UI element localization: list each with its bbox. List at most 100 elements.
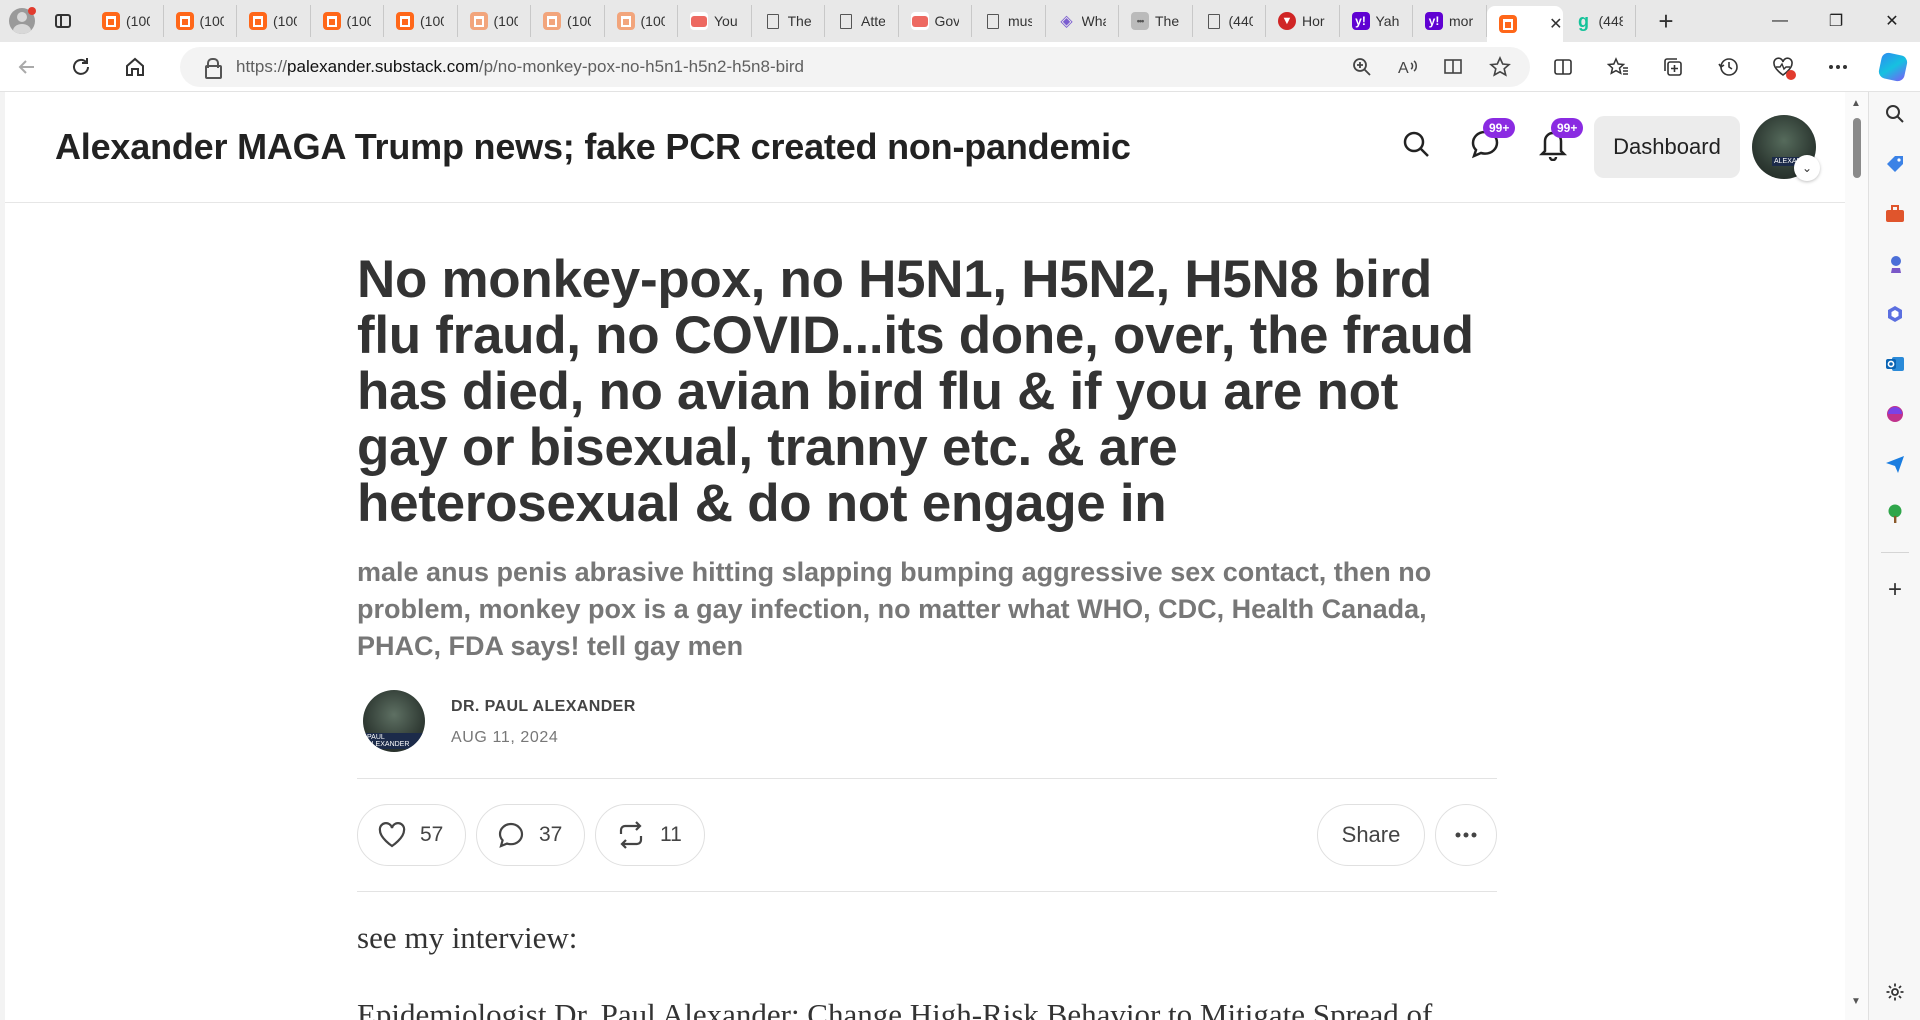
page-scrollbar[interactable]: ▲ ▼ <box>1845 92 1868 1020</box>
divider-bottom <box>357 891 1497 892</box>
scroll-down-arrow-icon[interactable]: ▼ <box>1851 996 1861 1007</box>
address-bar[interactable]: https://palexander.substack.com/p/no-mon… <box>180 47 1530 87</box>
settings-more-button[interactable] <box>1810 42 1865 92</box>
tab[interactable]: y! mor <box>1413 5 1487 37</box>
restore-button[interactable]: ❐ <box>1808 0 1864 42</box>
comment-icon <box>498 822 524 848</box>
sidebar-search-icon[interactable] <box>1883 102 1907 126</box>
tab[interactable]: ••• The <box>1119 5 1193 37</box>
tab[interactable]: (100 <box>311 5 384 37</box>
profile-notification-dot <box>28 7 36 15</box>
substack-icon <box>396 12 414 30</box>
games-chess-icon[interactable] <box>1883 252 1907 276</box>
share-button[interactable]: Share <box>1317 804 1425 866</box>
tab-list: (100 (100 (100 (100 (100 (100 (100 (100 You The At… <box>90 0 1636 42</box>
outlook-icon[interactable] <box>1883 352 1907 376</box>
close-tab-icon[interactable]: ✕ <box>1549 14 1562 34</box>
substack-icon <box>1498 15 1517 33</box>
history-button[interactable] <box>1700 42 1755 92</box>
tab[interactable]: ◈ Wha <box>1046 5 1119 37</box>
tab[interactable]: y! Yah <box>1340 5 1413 37</box>
url-text[interactable]: https://palexander.substack.com/p/no-mon… <box>236 57 804 77</box>
tab[interactable]: (100 <box>458 5 531 37</box>
divider-top <box>357 778 1497 779</box>
copilot-icon <box>1877 51 1908 83</box>
zoom-icon[interactable] <box>1346 51 1378 83</box>
yahoo-icon: y! <box>1425 12 1443 30</box>
tab[interactable]: You <box>678 5 752 37</box>
profile-button[interactable] <box>0 0 44 42</box>
post-subtitle: male anus penis abrasive hitting slappin… <box>357 557 1432 661</box>
refresh-icon <box>73 57 89 75</box>
substack-icon <box>249 12 267 30</box>
close-window-button[interactable]: ✕ <box>1864 0 1920 42</box>
chevron-down-icon[interactable]: ⌄ <box>1794 155 1820 181</box>
lock-icon[interactable] <box>204 58 222 79</box>
tools-briefcase-icon[interactable] <box>1883 202 1907 226</box>
notifications-button[interactable]: 99+ <box>1531 118 1584 166</box>
more-options-button[interactable] <box>1435 804 1497 866</box>
tab-label: mor <box>1449 13 1473 29</box>
collections-button[interactable] <box>1645 42 1700 92</box>
restack-button[interactable]: 11 <box>595 804 705 866</box>
tab[interactable]: (100 <box>90 5 164 37</box>
heart-icon <box>378 822 406 848</box>
add-sidebar-app-icon[interactable]: + <box>1883 576 1907 603</box>
tab-strip: (100 (100 (100 (100 (100 (100 (100 (100 You The At… <box>0 0 1920 42</box>
yahoo-icon: y! <box>1351 12 1370 30</box>
read-aloud-icon[interactable]: A <box>1392 51 1424 83</box>
document-icon <box>984 12 1002 30</box>
favorites-icon <box>1606 57 1628 75</box>
back-button[interactable] <box>0 42 54 92</box>
tab[interactable]: ▼ Hor <box>1266 5 1340 37</box>
tab[interactable]: mus <box>972 5 1046 37</box>
tree-icon[interactable] <box>1883 502 1907 526</box>
comment-button[interactable]: 37 <box>476 804 586 866</box>
grammarly-icon: g <box>1578 10 1589 31</box>
search-button[interactable] <box>1394 122 1438 166</box>
tab[interactable]: (440 <box>1193 5 1266 37</box>
tab[interactable]: (100 <box>164 5 237 37</box>
shopping-tag-icon[interactable] <box>1883 152 1907 176</box>
svg-text:A: A <box>1398 60 1409 77</box>
tab[interactable]: Atte <box>825 5 899 37</box>
chat-button[interactable]: 99+ <box>1463 118 1516 166</box>
tab[interactable]: (100 <box>237 5 311 37</box>
immersive-reader-icon[interactable] <box>1438 51 1470 83</box>
scroll-up-arrow-icon[interactable]: ▲ <box>1851 98 1861 109</box>
send-drop-icon[interactable] <box>1883 452 1907 476</box>
tab-actions-button[interactable] <box>44 0 82 42</box>
publication-title[interactable]: Alexander MAGA Trump news; fake PCR crea… <box>55 126 1131 168</box>
tab[interactable]: Gov <box>899 5 972 37</box>
author-avatar[interactable]: PAUL ALEXANDER <box>363 690 425 752</box>
tab[interactable]: (100 <box>531 5 605 37</box>
scroll-thumb[interactable] <box>1853 118 1861 178</box>
copilot-button[interactable] <box>1865 42 1920 92</box>
minimize-button[interactable]: — <box>1752 0 1808 42</box>
back-arrow-icon <box>18 59 34 74</box>
browser-essentials-button[interactable] <box>1755 42 1810 92</box>
edge-sidebar: + <box>1868 92 1920 1020</box>
tab[interactable]: (100 <box>384 5 458 37</box>
author-name[interactable]: DR. PAUL ALEXANDER <box>451 698 636 716</box>
sidebar-settings-icon[interactable] <box>1883 980 1907 1004</box>
tab[interactable]: g (448 <box>1563 5 1636 37</box>
tab[interactable]: The <box>752 5 825 37</box>
split-screen-button[interactable] <box>1535 42 1590 92</box>
history-icon <box>1717 58 1738 76</box>
home-icon <box>126 57 144 76</box>
new-tab-button[interactable]: + <box>1646 1 1686 41</box>
designer-icon[interactable] <box>1883 402 1907 426</box>
favorites-button[interactable] <box>1590 42 1645 92</box>
tab[interactable]: (100 <box>605 5 678 37</box>
tab-label: (100 <box>420 13 444 29</box>
like-button[interactable]: 57 <box>357 804 467 866</box>
web-page: Alexander MAGA Trump news; fake PCR crea… <box>5 92 1845 1020</box>
home-button[interactable] <box>108 42 162 92</box>
dashboard-button[interactable]: Dashboard <box>1594 116 1740 178</box>
microsoft-365-icon[interactable] <box>1883 302 1907 326</box>
embedded-link-title[interactable]: Epidemiologist Dr. Paul Alexander: Chang… <box>357 997 1432 1020</box>
tab-active[interactable]: ✕ <box>1486 6 1563 42</box>
refresh-button[interactable] <box>54 42 108 92</box>
favorite-star-icon[interactable] <box>1484 51 1516 83</box>
